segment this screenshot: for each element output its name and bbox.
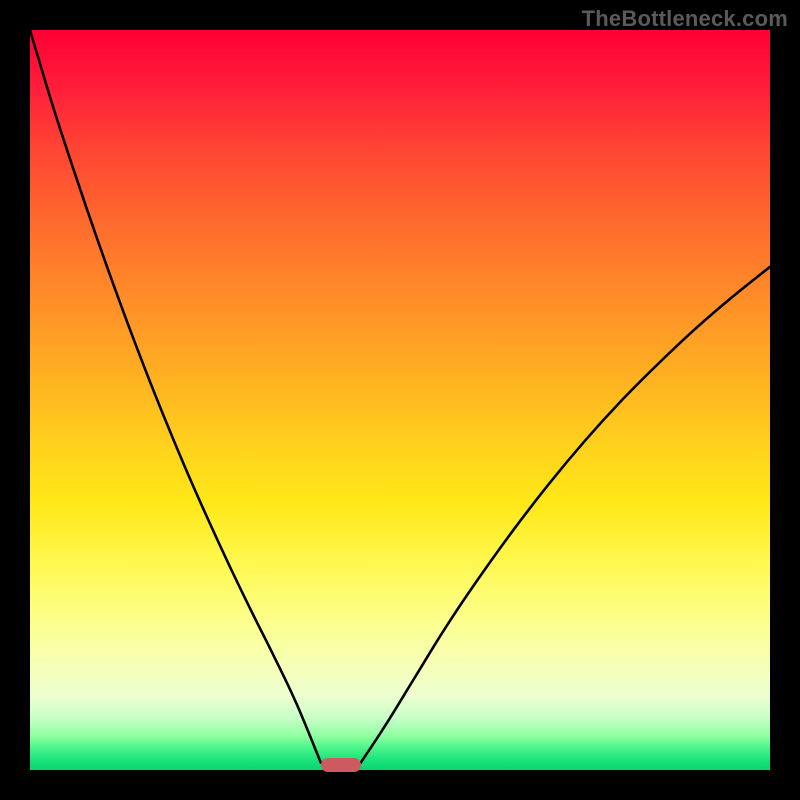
curve-layer bbox=[30, 30, 770, 770]
min-marker bbox=[321, 758, 361, 772]
chart-frame: TheBottleneck.com bbox=[0, 0, 800, 800]
plot-area bbox=[30, 30, 770, 770]
watermark-text: TheBottleneck.com bbox=[582, 6, 788, 32]
right-curve-path bbox=[361, 267, 770, 763]
left-curve-path bbox=[30, 30, 321, 763]
